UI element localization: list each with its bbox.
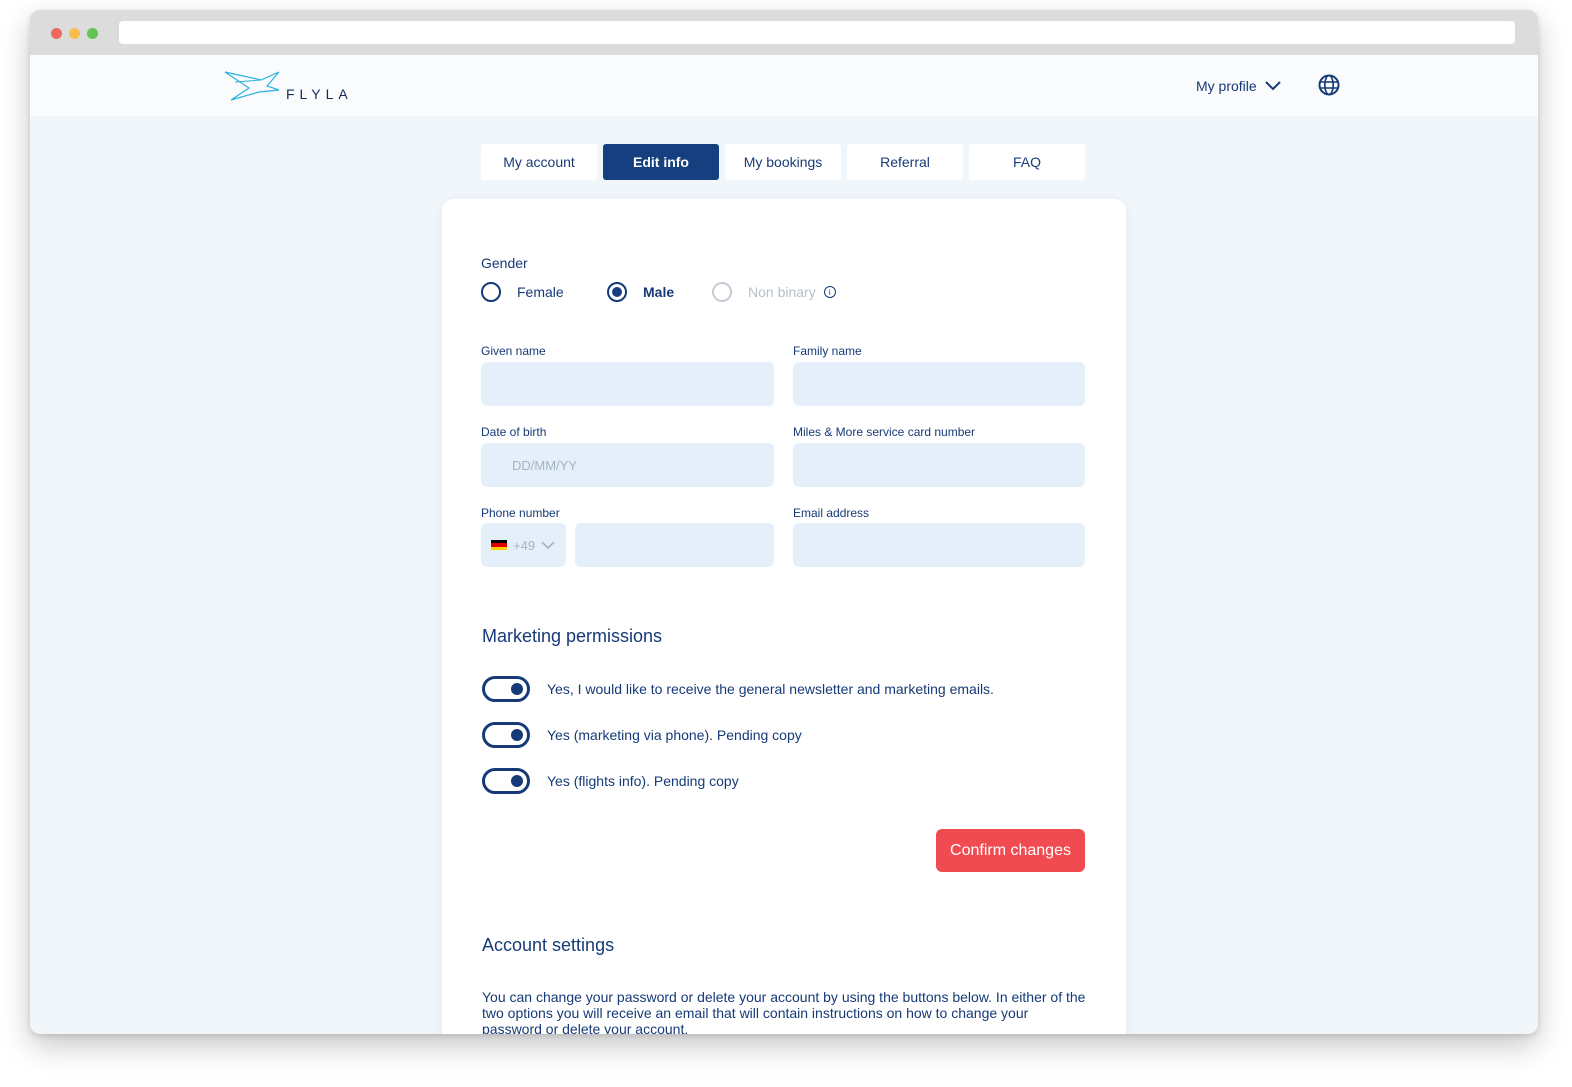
family-name-label: Family name — [793, 344, 862, 358]
email-input[interactable] — [793, 523, 1085, 567]
newsletter-toggle[interactable] — [482, 676, 530, 702]
marketing-permissions-title: Marketing permissions — [482, 626, 663, 646]
toggle-knob — [511, 775, 523, 787]
radio-circle — [712, 282, 732, 302]
radio-circle — [481, 282, 501, 302]
account-settings-description: You can change your password or delete y… — [482, 989, 1086, 1034]
radio-circle — [607, 282, 627, 302]
date-of-birth-input[interactable] — [481, 443, 774, 487]
logo-wordmark: FLYLA — [286, 86, 353, 102]
address-bar[interactable] — [119, 21, 1515, 44]
given-name-label: Given name — [481, 344, 546, 358]
toggle-knob — [511, 729, 523, 741]
radio-label: Non binary — [748, 284, 816, 300]
miles-card-label: Miles & More service card number — [793, 425, 976, 439]
chevron-down-icon — [1264, 81, 1281, 91]
browser-titlebar — [30, 10, 1538, 55]
bird-logo-icon — [224, 71, 280, 101]
confirm-changes-button[interactable]: Confirm changes — [936, 829, 1085, 872]
tab-my-bookings[interactable]: My bookings — [725, 144, 841, 180]
flights-info-toggle[interactable] — [482, 768, 530, 794]
gender-label: Gender — [481, 255, 528, 271]
toggle-knob — [511, 683, 523, 695]
minimize-window-button[interactable] — [69, 28, 80, 39]
my-profile-menu[interactable]: My profile — [1196, 75, 1281, 97]
gender-radio-non-binary[interactable]: Non binary i — [712, 282, 836, 302]
tab-faq[interactable]: FAQ — [969, 144, 1085, 180]
phone-number-input[interactable] — [575, 523, 774, 567]
phone-marketing-toggle-label: Yes (marketing via phone). Pending copy — [547, 727, 802, 743]
info-icon[interactable]: i — [823, 286, 836, 298]
my-profile-label: My profile — [1196, 78, 1257, 94]
tab-referral[interactable]: Referral — [847, 144, 963, 180]
family-name-input[interactable] — [793, 362, 1085, 406]
tab-my-account[interactable]: My account — [481, 144, 597, 180]
phone-marketing-toggle[interactable] — [482, 722, 530, 748]
given-name-input[interactable] — [481, 362, 774, 406]
email-label: Email address — [793, 506, 870, 520]
country-code-value: +49 — [513, 537, 536, 553]
globe-icon[interactable] — [1318, 74, 1340, 96]
radio-label: Female — [517, 284, 564, 300]
account-settings-title: Account settings — [482, 935, 615, 955]
phone-marketing-toggle-row: Yes (marketing via phone). Pending copy — [482, 722, 802, 748]
gender-radio-female[interactable]: Female — [481, 282, 564, 302]
de-flag-icon — [491, 540, 507, 550]
newsletter-toggle-row: Yes, I would like to receive the general… — [482, 676, 994, 702]
maximize-window-button[interactable] — [87, 28, 98, 39]
flyla-logo[interactable]: FLYLA — [223, 68, 353, 104]
close-window-button[interactable] — [51, 28, 62, 39]
browser-window: FLYLA My profile My account Edit info My… — [30, 10, 1538, 1034]
newsletter-toggle-label: Yes, I would like to receive the general… — [547, 681, 994, 697]
chevron-down-icon — [541, 541, 555, 549]
flights-info-toggle-row: Yes (flights info). Pending copy — [482, 768, 739, 794]
phone-number-label: Phone number — [481, 506, 560, 520]
edit-info-card: Gender Female Male Non binary i Given na… — [442, 199, 1126, 1034]
radio-label: Male — [643, 284, 675, 300]
flights-info-toggle-label: Yes (flights info). Pending copy — [547, 773, 739, 789]
miles-card-input[interactable] — [793, 443, 1085, 487]
top-navigation: FLYLA My profile — [30, 55, 1538, 116]
gender-radio-male[interactable]: Male — [607, 282, 674, 302]
country-code-select[interactable]: +49 — [481, 523, 566, 567]
account-tabs: My account Edit info My bookings Referra… — [481, 144, 1085, 180]
date-of-birth-label: Date of birth — [481, 425, 547, 439]
tab-edit-info[interactable]: Edit info — [603, 144, 719, 180]
